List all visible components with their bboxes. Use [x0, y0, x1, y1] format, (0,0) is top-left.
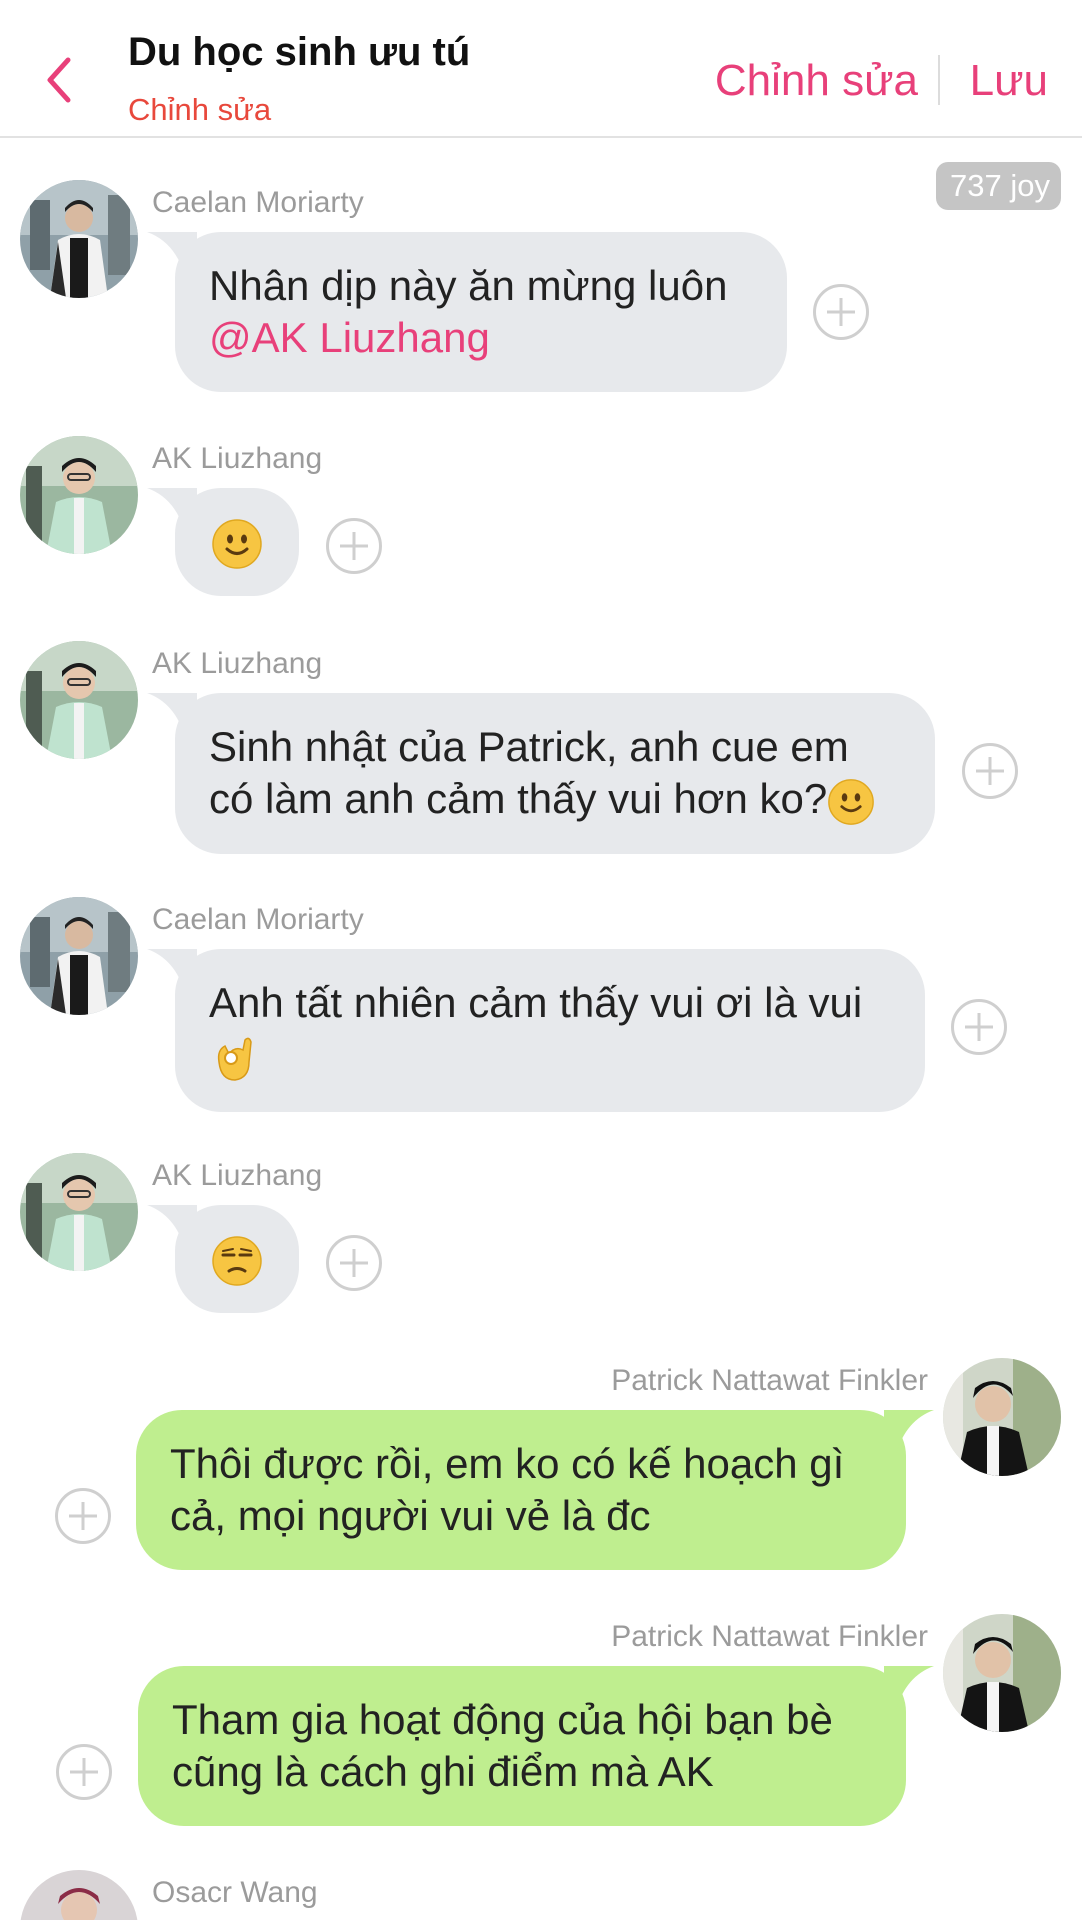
slightly-smiling-face-emoji: [828, 779, 875, 825]
avatar[interactable]: [20, 641, 138, 759]
avatar[interactable]: [943, 1614, 1061, 1732]
avatar[interactable]: [20, 897, 138, 1015]
header-divider: [938, 55, 940, 105]
add-reaction-button[interactable]: [962, 743, 1018, 799]
avatar[interactable]: [20, 1870, 138, 1920]
sender-name: Osacr Wang: [152, 1876, 318, 1909]
chat-screen: Du học sinh ưu tú Chỉnh sửa Chỉnh sửa Lư…: [0, 0, 1082, 1920]
slightly-smiling-face-emoji: [212, 519, 262, 569]
add-reaction-button[interactable]: [326, 518, 382, 574]
message-text: cả, mọi người vui vẻ là đc: [170, 1492, 651, 1539]
message-text: Nhân dịp này ăn mừng luôn: [209, 262, 728, 309]
add-reaction-button[interactable]: [56, 1744, 112, 1800]
message-bubble[interactable]: [147, 488, 299, 596]
chevron-left-icon: [47, 57, 71, 103]
message-text: cũng là cách ghi điểm mà AK: [172, 1748, 714, 1795]
add-reaction-button[interactable]: [951, 999, 1007, 1055]
sender-name: AK Liuzhang: [152, 647, 323, 680]
message-text: Sinh nhật của Patrick, anh cue em: [209, 723, 849, 770]
sender-name: Patrick Nattawat Finkler: [611, 1364, 928, 1397]
ok-hand-emoji: [217, 1037, 252, 1081]
message-bubble[interactable]: Tham gia hoạt động của hội bạn bè cũng l…: [138, 1666, 934, 1826]
chat-title: Du học sinh ưu tú: [128, 30, 471, 74]
add-reaction-button[interactable]: [326, 1235, 382, 1291]
edit-button[interactable]: Chỉnh sửa: [715, 56, 918, 106]
message-bubble[interactable]: Thôi được rồi, em ko có kế hoạch gì cả, …: [136, 1410, 934, 1570]
avatar[interactable]: [943, 1358, 1061, 1476]
message-bubble[interactable]: Nhân dịp này ăn mừng luôn @AK Liuzhang: [147, 232, 787, 392]
sender-name: AK Liuzhang: [152, 1159, 323, 1192]
message-text: Anh tất nhiên cảm thấy vui ơi là vui: [209, 979, 863, 1026]
sender-name: AK Liuzhang: [152, 442, 323, 475]
avatar[interactable]: [20, 436, 138, 554]
message-text: Thôi được rồi, em ko có kế hoạch gì: [170, 1440, 845, 1487]
joy-count-badge: 737 joy: [936, 162, 1061, 210]
message-bubble[interactable]: Anh tất nhiên cảm thấy vui ơi là vui: [147, 949, 925, 1112]
chat-subtitle[interactable]: Chỉnh sửa: [128, 92, 271, 128]
header-bar: Du học sinh ưu tú Chỉnh sửa Chỉnh sửa Lư…: [0, 0, 1082, 138]
avatar[interactable]: [20, 180, 138, 298]
back-button[interactable]: [30, 42, 90, 118]
avatar[interactable]: [20, 1153, 138, 1271]
add-reaction-button[interactable]: [55, 1488, 111, 1544]
unamused-face-emoji: [212, 1236, 262, 1286]
sender-name: Caelan Moriarty: [152, 186, 364, 219]
message-text: Tham gia hoạt động của hội bạn bè: [172, 1696, 833, 1743]
add-reaction-button[interactable]: [813, 284, 869, 340]
mention-link[interactable]: @AK Liuzhang: [209, 312, 755, 364]
sender-name: Caelan Moriarty: [152, 903, 364, 936]
sender-name: Patrick Nattawat Finkler: [611, 1620, 928, 1653]
message-text: có làm anh cảm thấy vui hơn ko?: [209, 775, 828, 822]
save-button[interactable]: Lưu: [970, 56, 1048, 106]
message-bubble[interactable]: [147, 1205, 299, 1313]
message-bubble[interactable]: Sinh nhật của Patrick, anh cue em có làm…: [147, 693, 935, 854]
